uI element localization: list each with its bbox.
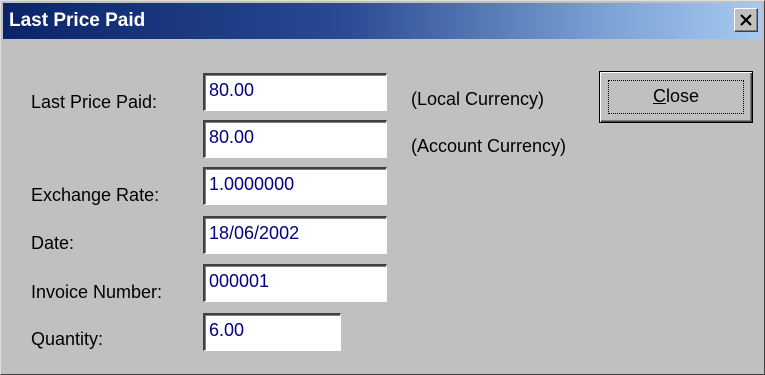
label-exchange-rate: Exchange Rate: [31,185,160,205]
invoice-number-field[interactable]: 000001 [203,264,387,302]
dialog-window: Last Price Paid Last Price Paid: Exchang… [0,0,765,375]
close-label-rest: lose [665,86,700,106]
last-price-account-field[interactable]: 80.00 [203,120,387,158]
title-close-button[interactable] [734,8,758,32]
quantity-field[interactable]: 6.00 [203,313,341,351]
account-currency-caption: (Account Currency) [411,136,567,156]
label-invoice-number: Invoice Number: [31,282,163,302]
close-button[interactable]: Close [599,71,753,123]
window-title: Last Price Paid [9,10,146,31]
exchange-rate-field[interactable]: 1.0000000 [203,167,387,205]
label-last-price-paid: Last Price Paid: [31,92,158,112]
label-date: Date: [31,233,75,253]
last-price-local-field[interactable]: 80.00 [203,73,387,111]
close-icon [740,14,752,26]
close-button-label: Close [600,85,752,107]
title-bar[interactable]: Last Price Paid [3,3,762,39]
close-mnemonic: C [652,86,666,106]
date-field[interactable]: 18/06/2002 [203,216,387,254]
local-currency-caption: (Local Currency) [411,89,545,109]
label-quantity: Quantity: [31,329,104,349]
